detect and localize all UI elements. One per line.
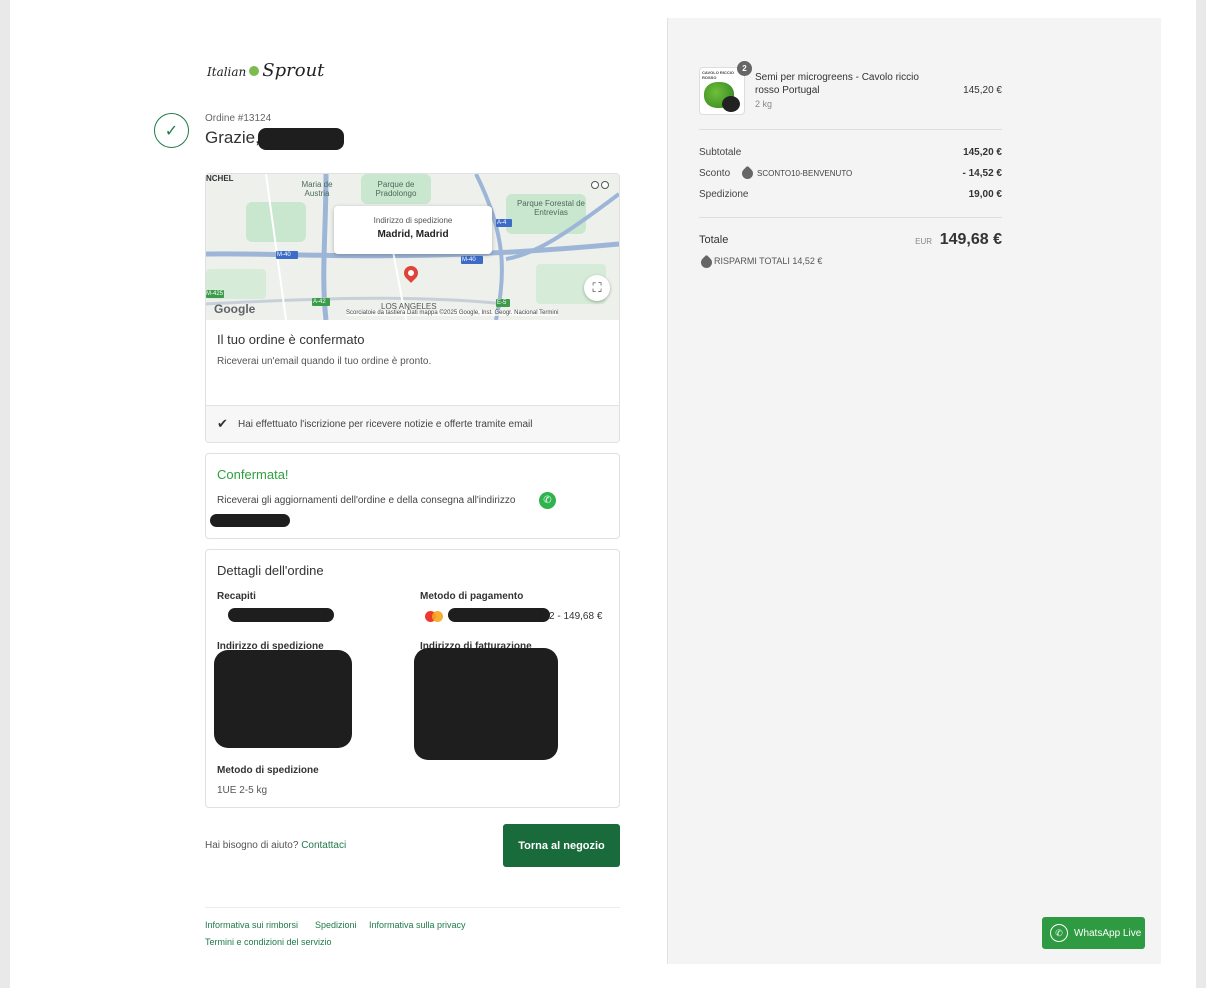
back-to-store-button[interactable]: Torna al negozio	[503, 824, 620, 867]
payment-method-label: Metodo di pagamento	[420, 591, 524, 602]
product-thumbnail: CAVOLO RICCIO ROSSO	[699, 67, 745, 115]
newsletter-status-bar: ✔ Hai effettuato l'iscrizione per riceve…	[206, 405, 619, 442]
checkmark-icon: ✓	[154, 113, 189, 148]
logo-text-italian: Italian	[207, 65, 247, 79]
check-icon: ✔	[217, 416, 228, 431]
order-summary-panel	[667, 18, 1161, 964]
fullscreen-icon[interactable]: ⛶	[584, 275, 610, 301]
order-confirmed-title: Il tuo ordine è confermato	[217, 332, 365, 347]
redacted-card-number	[448, 608, 550, 622]
footer-link-shipping[interactable]: Spedizioni	[315, 920, 357, 930]
summary-divider	[699, 217, 1002, 218]
shipping-value: 19,00 €	[968, 189, 1002, 200]
footer-link-refunds[interactable]: Informativa sui rimborsi	[205, 920, 298, 930]
newsletter-status-text: Hai effettuato l'iscrizione per ricevere…	[238, 419, 533, 430]
redacted-contact	[228, 608, 334, 622]
thank-you-heading: Grazie,	[205, 128, 260, 147]
window-frame-right	[1196, 0, 1206, 988]
shipping-address-popup: Indirizzo di spedizione Madrid, Madrid	[334, 206, 492, 254]
whatsapp-icon: ✆	[1050, 924, 1068, 942]
redacted-phone	[210, 514, 290, 527]
footer-link-privacy[interactable]: Informativa sulla privacy	[369, 920, 466, 930]
sprout-icon	[249, 66, 260, 76]
product-weight: 2 kg	[755, 99, 773, 109]
redacted-shipping-address	[214, 650, 352, 748]
road-label: E-5	[497, 300, 507, 306]
road-label: A-42	[313, 299, 326, 305]
google-logo: Google	[214, 302, 256, 316]
order-confirmed-card: NCHEL Maria de Austria Parque de Pradolo…	[205, 173, 620, 443]
shipping-label: Spedizione	[699, 189, 749, 200]
road-label: A-4	[497, 220, 507, 226]
whatsapp-confirmed-title: Confermata!	[217, 467, 289, 482]
contacts-label: Recapiti	[217, 591, 256, 602]
quantity-badge: 2	[737, 61, 752, 76]
shipping-map[interactable]: NCHEL Maria de Austria Parque de Pradolo…	[206, 174, 619, 320]
logo-text-sprout: Sprout	[262, 60, 325, 81]
whatsapp-live-label: WhatsApp Live	[1074, 927, 1142, 939]
product-price: 145,20 €	[963, 85, 1002, 96]
subtotal-label: Subtotale	[699, 147, 742, 158]
store-logo[interactable]: Italian Sprout	[207, 60, 324, 81]
map-label-entrevias: Parque Forestal de Entrevías	[516, 199, 586, 217]
window-frame-left	[0, 0, 10, 988]
shipping-method-label: Metodo di spedizione	[217, 765, 319, 776]
redacted-customer-name	[258, 128, 344, 150]
popup-city: Madrid, Madrid	[377, 229, 449, 240]
footer-divider	[205, 907, 620, 908]
mastercard-icon	[425, 611, 443, 622]
road-label: M-425	[206, 291, 224, 297]
discount-label: Sconto	[699, 168, 731, 179]
discount-value: - 14,52 €	[962, 168, 1002, 179]
map-label-maria-de-austria: Maria de Austria	[301, 180, 333, 198]
road-label: M-40	[277, 252, 291, 258]
footer-link-terms[interactable]: Termini e condizioni del servizio	[205, 937, 332, 947]
map-attribution[interactable]: Scorciatoie da tastiera Dati mappa ©2025…	[346, 310, 559, 316]
map-label-pradolongo: Parque de Pradolongo	[375, 180, 417, 198]
map-layer-icon[interactable]	[591, 181, 611, 191]
shipping-method-value: 1UE 2-5 kg	[217, 785, 268, 796]
road-label: M-40	[462, 257, 476, 263]
redacted-billing-address	[414, 648, 558, 760]
whatsapp-icon: ✆	[539, 492, 556, 509]
order-number: Ordine #13124	[205, 113, 272, 124]
total-currency: EUR	[915, 237, 932, 246]
order-details-title: Dettagli dell'ordine	[217, 563, 324, 578]
total-label: Totale	[699, 234, 729, 246]
contact-link[interactable]: Contattaci	[301, 840, 346, 851]
popup-label: Indirizzo di spedizione	[373, 216, 453, 225]
order-confirmed-subtitle: Riceverai un'email quando il tuo ordine …	[217, 356, 432, 367]
whatsapp-live-button[interactable]: ✆ WhatsApp Live	[1042, 917, 1145, 949]
whatsapp-updates-text: Riceverai gli aggiornamenti dell'ordine …	[217, 495, 516, 506]
help-text: Hai bisogno di aiuto? Contattaci	[205, 840, 346, 851]
summary-divider	[699, 129, 1002, 130]
discount-code: SCONTO10-BENVENUTO	[757, 169, 853, 178]
total-value: 149,68 €	[939, 231, 1002, 248]
subtotal-value: 145,20 €	[963, 147, 1002, 158]
map-label-nchel: NCHEL	[206, 174, 234, 183]
product-name: Semi per microgreens - Cavolo riccio ros…	[755, 72, 919, 96]
help-question: Hai bisogno di aiuto?	[205, 840, 299, 851]
payment-method-value: 2 - 149,68 €	[549, 611, 603, 622]
total-savings: RISPARMI TOTALI 14,52 €	[714, 256, 823, 266]
